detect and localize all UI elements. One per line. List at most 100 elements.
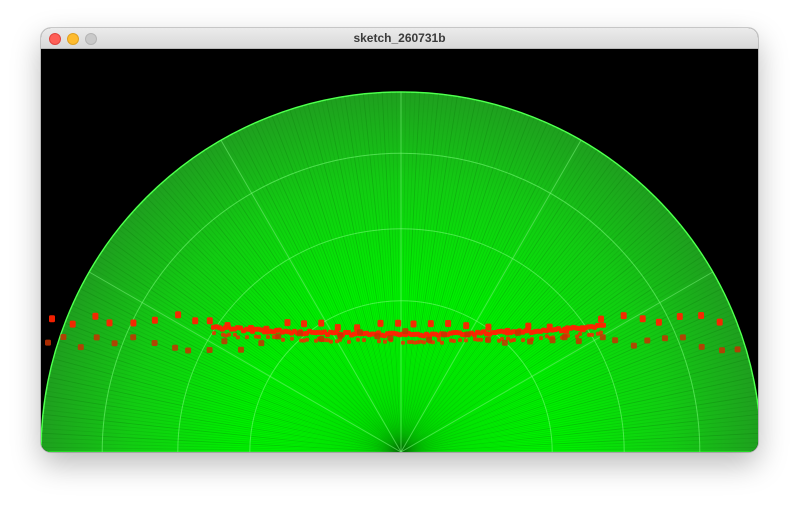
detection-point (612, 337, 619, 344)
detection-point (221, 338, 228, 345)
detection-point (60, 334, 67, 340)
detection-point (458, 338, 462, 343)
detection-point (111, 340, 118, 347)
detection-point (318, 319, 325, 327)
detection-point (192, 317, 199, 325)
detection-point (130, 334, 137, 341)
detection-point (258, 340, 265, 347)
detection-point (238, 346, 244, 353)
detection-point (630, 342, 637, 349)
detection-point (698, 343, 705, 350)
detection-point (69, 320, 76, 328)
detection-point (206, 347, 213, 353)
detection-point (49, 315, 55, 323)
detection-point (422, 340, 426, 345)
detection-point (719, 347, 725, 354)
detection-point (305, 337, 309, 342)
window-title: sketch_260731b (353, 31, 446, 45)
detection-point (676, 313, 683, 320)
detection-point (504, 327, 511, 335)
detection-point (227, 332, 231, 337)
window-titlebar[interactable]: sketch_260731b (41, 28, 758, 49)
detection-point (77, 344, 84, 351)
detection-point (92, 312, 99, 320)
detection-point (263, 325, 270, 333)
detection-point (679, 334, 686, 341)
detection-point (578, 332, 582, 336)
detection-point (377, 339, 381, 344)
detection-point (318, 336, 325, 342)
detection-point (290, 336, 294, 341)
detection-point (485, 336, 492, 343)
detection-point (463, 322, 470, 330)
detection-point (266, 335, 270, 339)
detection-point (525, 322, 532, 330)
detection-point (387, 335, 394, 342)
detection-point (357, 329, 363, 336)
detection-point (561, 334, 568, 341)
detection-point (464, 331, 471, 338)
sketch-window: sketch_260731b (41, 28, 758, 452)
detection-point (501, 339, 508, 346)
detection-point (296, 330, 303, 337)
detection-point (301, 320, 307, 328)
detection-point (521, 338, 525, 343)
detection-point (441, 331, 447, 338)
detection-point (377, 319, 384, 327)
detection-point (374, 333, 381, 340)
detection-point (440, 340, 444, 345)
detection-point (334, 324, 341, 331)
detection-point (347, 339, 351, 344)
detection-point (452, 339, 456, 343)
detection-point (93, 334, 100, 341)
detection-point (356, 337, 360, 342)
detection-point (575, 338, 582, 345)
detection-point (275, 333, 282, 340)
detection-point (362, 338, 366, 343)
detection-point (734, 346, 741, 353)
detection-point (151, 316, 158, 324)
detection-point (512, 338, 516, 342)
detection-point (598, 315, 604, 323)
detection-point (257, 334, 261, 339)
detection-point (546, 323, 553, 331)
detection-point (514, 329, 521, 336)
detection-point (662, 335, 668, 342)
detection-point (601, 322, 606, 328)
detection-point (212, 331, 216, 336)
detection-point (185, 347, 192, 354)
detection-point (395, 319, 402, 327)
detection-point (401, 340, 405, 345)
detection-point (716, 318, 723, 326)
radar-plot (41, 91, 758, 452)
detection-point (579, 325, 586, 333)
detection-point (383, 339, 387, 344)
detection-point (45, 339, 51, 346)
detection-point (539, 336, 543, 341)
detection-point (175, 311, 182, 319)
detection-point (590, 332, 594, 337)
detection-point (337, 332, 344, 339)
detection-point (236, 335, 240, 340)
detection-point (130, 319, 137, 327)
sketch-canvas[interactable] (41, 49, 758, 452)
detection-point (655, 318, 662, 326)
detection-point (698, 312, 705, 319)
detection-point (445, 320, 452, 327)
detection-point (639, 315, 646, 323)
detection-point (248, 325, 254, 332)
detection-point (549, 337, 556, 344)
detection-point (485, 323, 492, 331)
detection-point (644, 337, 651, 344)
detection-point (620, 312, 627, 320)
detection-point (599, 330, 603, 335)
detection-point (426, 336, 432, 343)
detection-point (563, 326, 570, 334)
detection-point (284, 319, 291, 327)
detection-point (172, 344, 179, 351)
detection-point (479, 337, 483, 342)
detection-point (151, 340, 158, 346)
detection-point (329, 339, 333, 344)
detection-point (527, 338, 534, 345)
detection-point (106, 319, 113, 327)
